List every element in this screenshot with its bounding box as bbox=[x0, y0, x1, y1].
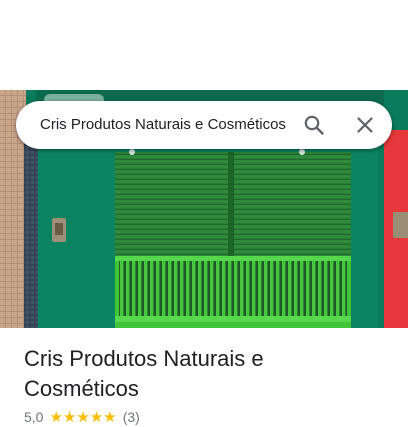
star-rating-icon: ★★★★★ bbox=[49, 409, 117, 426]
rating-value: 5,0 bbox=[24, 409, 44, 425]
place-title-line2: Cosméticos bbox=[24, 376, 139, 401]
search-icon[interactable] bbox=[294, 105, 334, 145]
place-title-line1: Cris Produtos Naturais e bbox=[24, 346, 264, 371]
search-bar[interactable]: Cris Produtos Naturais e Cosméticos bbox=[16, 101, 392, 149]
rating-row: 5,0 ★★★★★ (3) bbox=[24, 407, 140, 427]
close-icon[interactable] bbox=[345, 105, 385, 145]
search-input[interactable]: Cris Produtos Naturais e Cosméticos bbox=[40, 101, 304, 149]
place-title: Cris Produtos Naturais e Cosméticos bbox=[24, 344, 364, 404]
review-count[interactable]: (3) bbox=[123, 409, 140, 425]
